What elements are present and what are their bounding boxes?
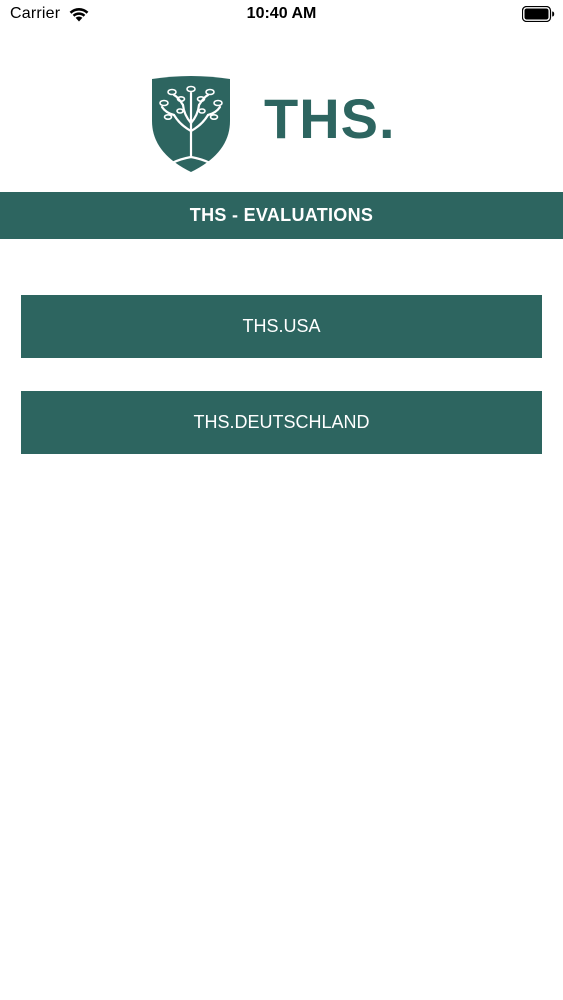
battery-icon bbox=[522, 6, 555, 22]
brand-logo: THS. bbox=[0, 75, 563, 175]
page-title-bar: THS - EVALUATIONS bbox=[0, 192, 563, 239]
clock-time: 10:40 AM bbox=[246, 5, 317, 22]
status-bar: Carrier 10:40 AM bbox=[0, 0, 563, 30]
ths-deutschland-button[interactable]: THS.DEUTSCHLAND bbox=[21, 391, 542, 454]
app-screen: Carrier 10:40 AM THS. THS - EVALUATIONS … bbox=[0, 0, 563, 1000]
ths-usa-button[interactable]: THS.USA bbox=[21, 295, 542, 358]
logo-wordmark: THS. bbox=[264, 87, 396, 150]
page-title: THS - EVALUATIONS bbox=[189, 205, 374, 225]
tree-shield-icon bbox=[152, 76, 230, 172]
